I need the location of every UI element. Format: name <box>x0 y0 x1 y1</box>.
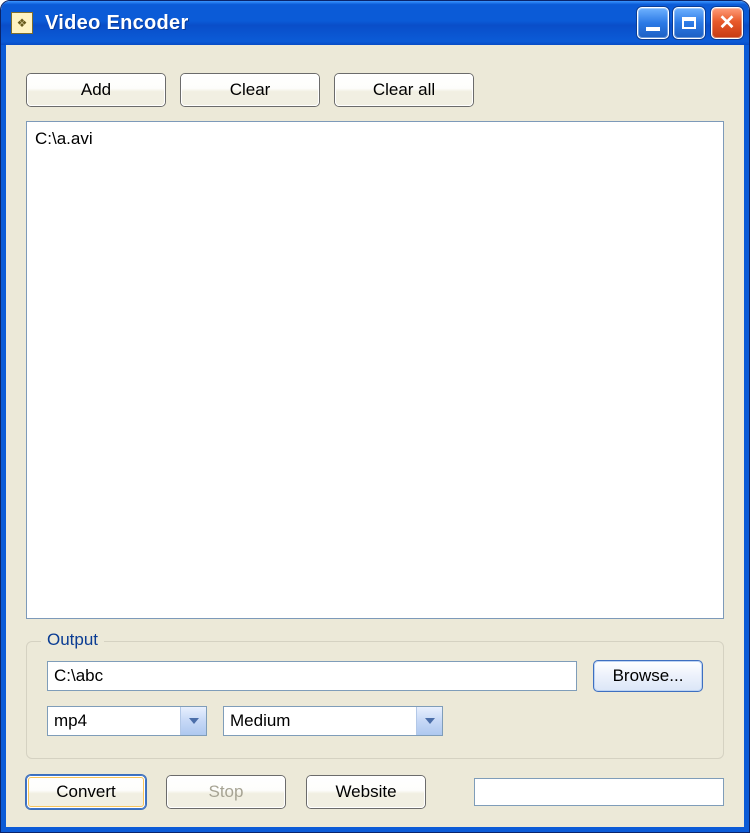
titlebar[interactable]: ❖ Video Encoder ✕ <box>1 1 749 45</box>
bottom-bar: Convert Stop Website <box>26 775 724 809</box>
chevron-down-icon <box>180 707 206 735</box>
convert-button[interactable]: Convert <box>26 775 146 809</box>
format-select[interactable]: mp4 <box>47 706 207 736</box>
maximize-button[interactable] <box>673 7 705 39</box>
maximize-icon <box>682 17 696 29</box>
add-button[interactable]: Add <box>26 73 166 107</box>
clear-all-button[interactable]: Clear all <box>334 73 474 107</box>
format-select-value: mp4 <box>54 711 87 731</box>
progress-bar <box>474 778 724 806</box>
output-legend: Output <box>41 630 104 650</box>
clear-button[interactable]: Clear <box>180 73 320 107</box>
browse-button[interactable]: Browse... <box>593 660 703 692</box>
file-list[interactable]: C:\a.avi <box>26 121 724 619</box>
quality-select[interactable]: Medium <box>223 706 443 736</box>
quality-select-value: Medium <box>230 711 290 731</box>
website-button[interactable]: Website <box>306 775 426 809</box>
chevron-down-icon <box>416 707 442 735</box>
list-item[interactable]: C:\a.avi <box>35 128 715 150</box>
output-path-input[interactable] <box>47 661 577 691</box>
close-icon: ✕ <box>719 13 736 33</box>
output-group: Output Browse... mp4 Medium <box>26 641 724 759</box>
minimize-button[interactable] <box>637 7 669 39</box>
close-button[interactable]: ✕ <box>711 7 743 39</box>
app-icon: ❖ <box>11 12 33 34</box>
client-area: Add Clear Clear all C:\a.avi Output Brow… <box>6 45 744 827</box>
window-title: Video Encoder <box>45 12 189 35</box>
stop-button[interactable]: Stop <box>166 775 286 809</box>
window-frame: ❖ Video Encoder ✕ Add Clear Clear all C:… <box>0 0 750 833</box>
minimize-icon <box>646 27 660 31</box>
toolbar: Add Clear Clear all <box>26 73 724 107</box>
